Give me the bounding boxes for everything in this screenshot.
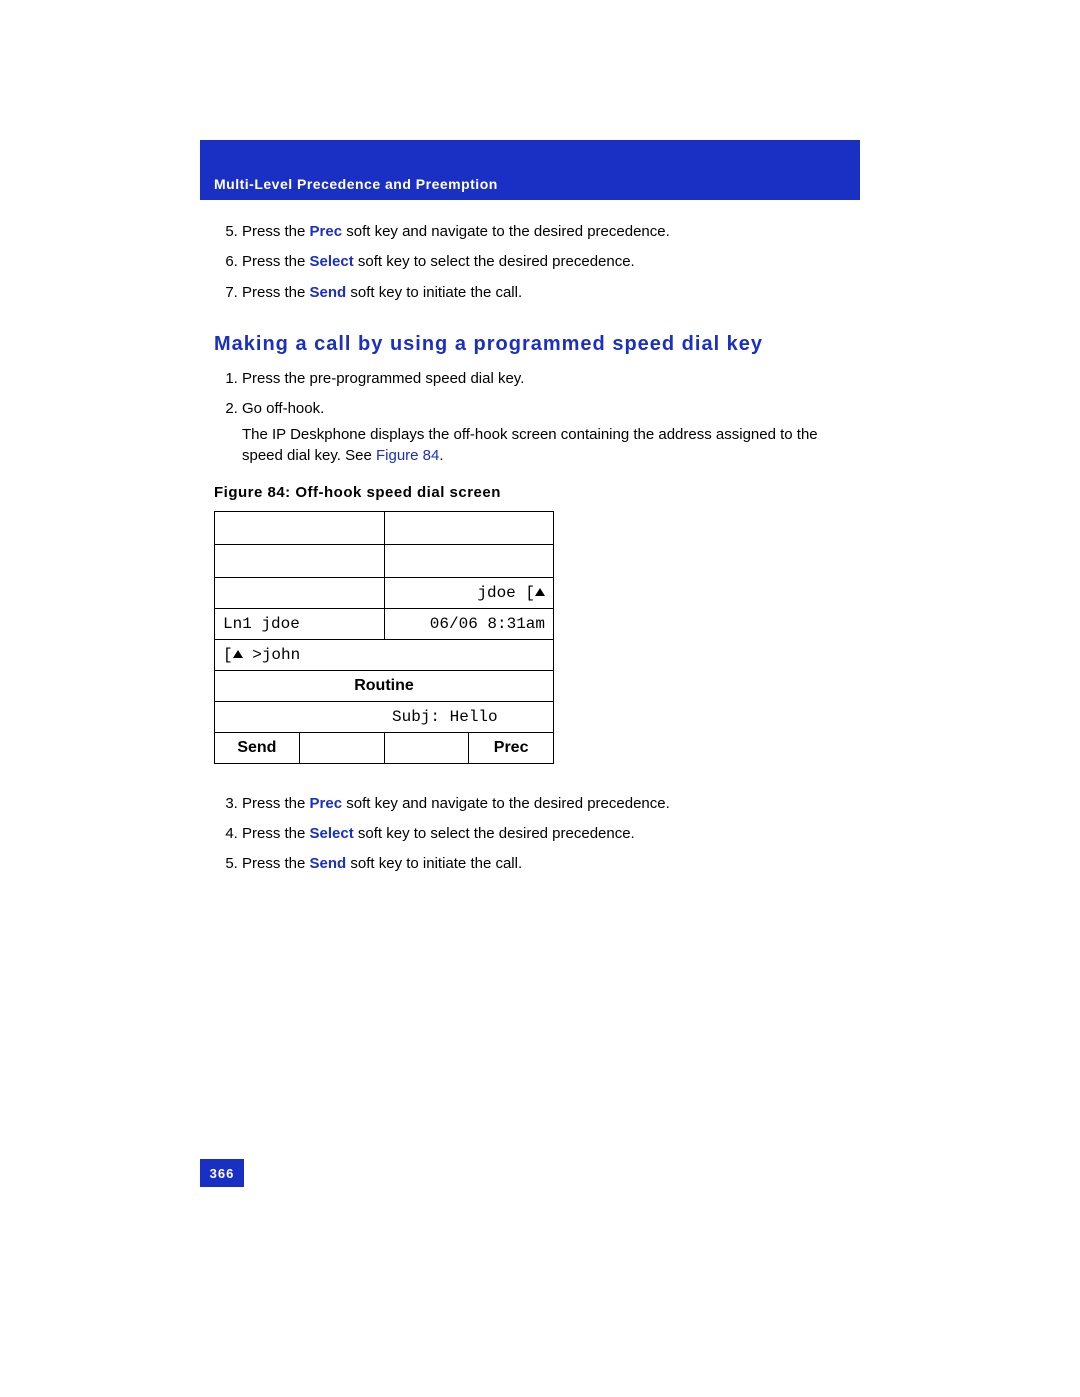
step-item: Press the Send soft key to initiate the …	[242, 854, 850, 874]
step-item: Press the Send soft key to initiate the …	[242, 283, 850, 303]
triangle-up-icon	[535, 588, 545, 596]
figure-caption: Figure 84: Off-hook speed dial screen	[214, 484, 850, 501]
screen-cell-empty	[384, 639, 554, 670]
step-item: Press the Select soft key to select the …	[242, 824, 850, 844]
softkey-send: Send	[215, 732, 300, 763]
softkey-blank	[384, 732, 469, 763]
page-number-badge: 366	[200, 1159, 244, 1187]
screen-row-blank	[384, 511, 554, 544]
body-content: Press the Prec soft key and navigate to …	[200, 200, 860, 875]
step-text: Go off-hook.	[242, 400, 324, 417]
softkey-name: Select	[310, 253, 354, 270]
step-item: Press the Prec soft key and navigate to …	[242, 794, 850, 814]
chapter-title: Multi-Level Precedence and Preemption	[214, 176, 498, 192]
screen-row-blank	[215, 511, 385, 544]
softkey-blank	[299, 732, 384, 763]
step-item: Press the pre-programmed speed dial key.	[242, 369, 850, 389]
softkey-name: Select	[310, 825, 354, 842]
screen-cell-precedence: Routine	[215, 670, 554, 701]
chapter-header-band: Multi-Level Precedence and Preemption	[200, 140, 860, 200]
step-text: Press the pre-programmed speed dial key.	[242, 370, 524, 387]
screen-cell-line: Ln1 jdoe	[215, 608, 385, 639]
step-list-top: Press the Prec soft key and navigate to …	[214, 222, 850, 303]
step-list-mid: Press the pre-programmed speed dial key.…	[214, 369, 850, 466]
screen-cell-call-target: [ >john	[215, 639, 385, 670]
document-page: Multi-Level Precedence and Preemption Pr…	[0, 0, 1080, 1397]
screen-cell-jdoe-status: jdoe [	[384, 577, 554, 608]
section-heading: Making a call by using a programmed spee…	[214, 331, 850, 357]
phone-screen-figure: jdoe [ Ln1 jdoe 06/06 8:31am [ >john Rou…	[214, 511, 554, 764]
screen-cell-datetime: 06/06 8:31am	[384, 608, 554, 639]
softkey-name: Send	[310, 284, 347, 301]
step-item: Press the Prec soft key and navigate to …	[242, 222, 850, 242]
screen-row-blank	[215, 544, 385, 577]
step-item: Go off-hook. The IP Deskphone displays t…	[242, 399, 850, 466]
softkey-name: Send	[310, 855, 347, 872]
phone-indicator-icon: [	[525, 584, 535, 602]
softkey-name: Prec	[310, 223, 343, 240]
screen-row-blank	[384, 544, 554, 577]
step-list-bottom: Press the Prec soft key and navigate to …	[214, 794, 850, 875]
step-followup-text: The IP Deskphone displays the off-hook s…	[242, 425, 850, 466]
screen-row-blank	[215, 577, 385, 608]
triangle-up-icon	[233, 650, 243, 658]
screen-cell-empty	[215, 701, 385, 732]
step-item: Press the Select soft key to select the …	[242, 252, 850, 272]
softkey-name: Prec	[310, 795, 343, 812]
screen-cell-subject: Subj: Hello	[384, 701, 554, 732]
figure-link[interactable]: Figure 84	[376, 447, 439, 464]
page-number: 366	[210, 1166, 235, 1181]
phone-indicator-icon: [	[223, 646, 233, 664]
content-column: Multi-Level Precedence and Preemption Pr…	[200, 140, 860, 875]
softkey-prec: Prec	[469, 732, 554, 763]
